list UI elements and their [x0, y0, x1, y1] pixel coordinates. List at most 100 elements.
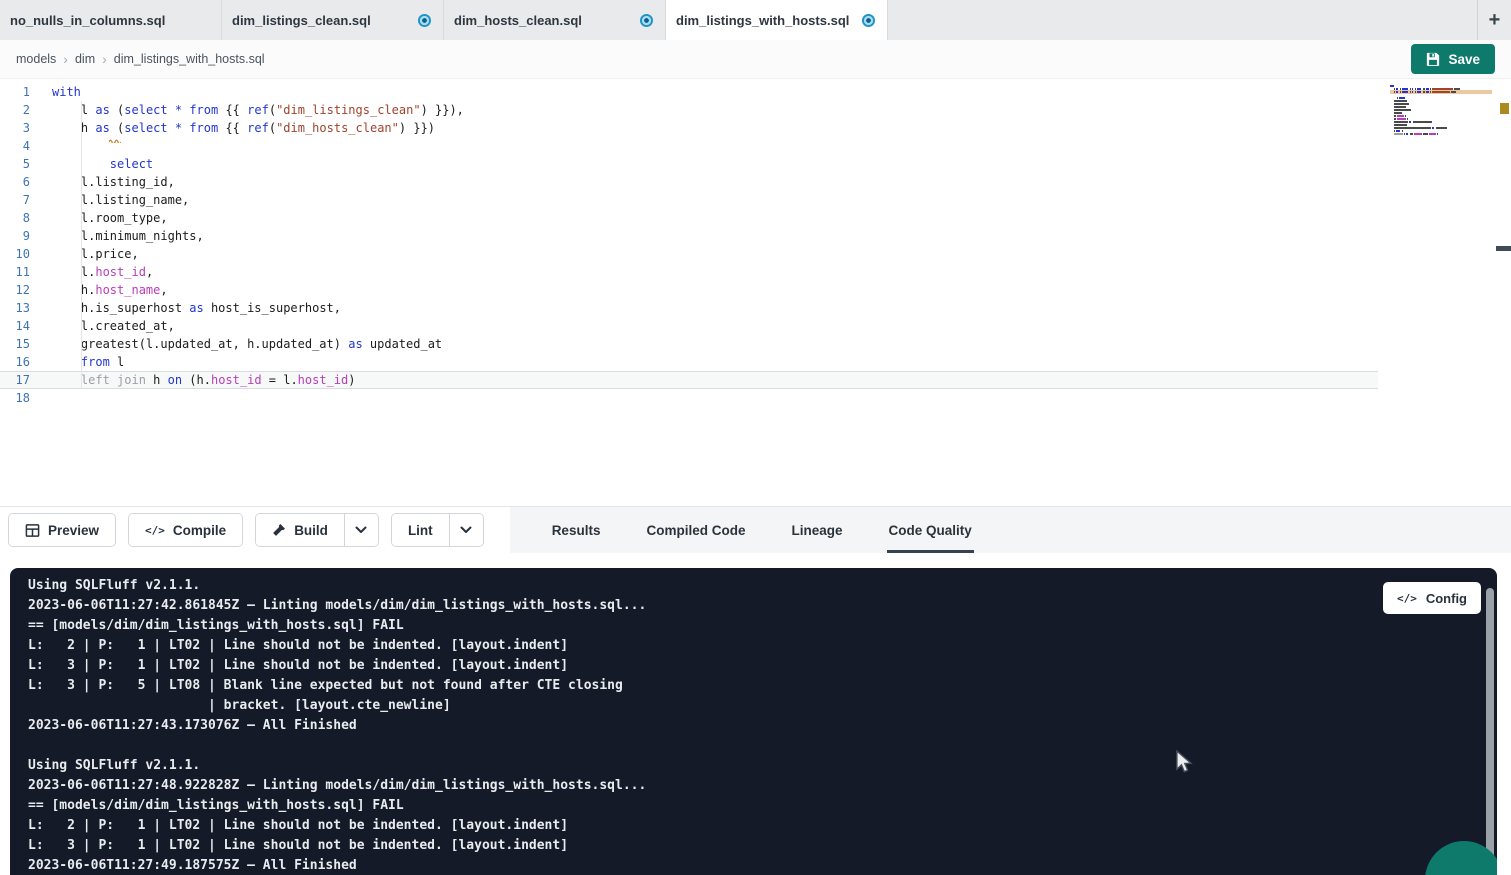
- tab-results[interactable]: Results: [552, 507, 601, 553]
- minimap-line: [1390, 124, 1492, 126]
- code-line: 14 l.created_at,: [0, 317, 1378, 335]
- minimap-line: [1390, 103, 1492, 105]
- code-icon: </>: [1397, 592, 1417, 605]
- file-header-bar: models › dim › dim_listings_with_hosts.sql S…: [0, 40, 1511, 79]
- terminal-line: == [models/dim/dim_listings_with_hosts.s…: [28, 796, 1497, 816]
- code-line: 11 l.host_id,: [0, 263, 1378, 281]
- tab-compiled-code[interactable]: Compiled Code: [646, 507, 745, 553]
- line-number: 9: [0, 227, 30, 245]
- minimap-line: [1390, 130, 1492, 132]
- minimap-line: [1390, 88, 1492, 90]
- tab-dim_hosts_clean.sql[interactable]: dim_hosts_clean.sql: [444, 0, 666, 40]
- code-text: l.listing_id,: [52, 173, 175, 191]
- tab-lineage[interactable]: Lineage: [791, 507, 842, 553]
- minimap-line: [1390, 91, 1492, 93]
- minimap-line: [1390, 94, 1492, 96]
- minimap-rows: [1390, 85, 1492, 138]
- compile-button-group: </>Compile: [128, 513, 243, 547]
- overview-ruler-cursor-marker: [1496, 246, 1511, 251]
- code-icon: </>: [145, 524, 165, 537]
- lint-output-terminal: Using SQLFluff v2.1.1. 2023-06-06T11:27:4…: [10, 568, 1497, 875]
- code-line: 10 l.price,: [0, 245, 1378, 263]
- lint-button[interactable]: Lint: [392, 514, 449, 546]
- line-number: 17: [0, 371, 30, 389]
- new-tab-button[interactable]: +: [1477, 0, 1511, 40]
- minimap-line: [1390, 97, 1492, 99]
- tab-no_nulls_in_columns.sql[interactable]: no_nulls_in_columns.sql: [0, 0, 222, 40]
- terminal-line: | bracket. [layout.cte_newline]: [28, 696, 1497, 716]
- lint-button-group: Lint: [391, 513, 484, 547]
- code-line: 1with: [0, 83, 1378, 101]
- tab-dim_listings_with_hosts.sql[interactable]: dim_listings_with_hosts.sql: [666, 0, 888, 40]
- code-text: from l: [52, 353, 124, 371]
- code-line: 9 l.minimum_nights,: [0, 227, 1378, 245]
- terminal-line: Using SQLFluff v2.1.1.: [28, 756, 1497, 776]
- bottom-toolbar: Preview </>Compile Build Lint Results Compil…: [0, 506, 1511, 553]
- editor-tab-bar: no_nulls_in_columns.sql dim_listings_clea…: [0, 0, 1511, 40]
- grid-icon: [25, 523, 40, 538]
- line-number: 13: [0, 299, 30, 317]
- action-buttons: Preview </>Compile Build Lint: [0, 507, 510, 553]
- code-line: 8 l.room_type,: [0, 209, 1378, 227]
- code-text: l.created_at,: [52, 317, 175, 335]
- code-text: h.is_superhost as host_is_superhost,: [52, 299, 341, 317]
- lint-config-button[interactable]: </> Config: [1383, 582, 1481, 614]
- overview-ruler-warning-marker: [1500, 103, 1509, 114]
- button-label: Preview: [48, 523, 99, 538]
- tab-bar-filler: [888, 0, 1477, 40]
- code-line: 3 h as (select * from {{ ref("dim_hosts_…: [0, 119, 1378, 137]
- breadcrumb-separator-icon: ›: [63, 51, 68, 67]
- terminal-line: == [models/dim/dim_listings_with_hosts.s…: [28, 616, 1497, 636]
- button-label: Build: [294, 523, 328, 538]
- line-number: 14: [0, 317, 30, 335]
- breadcrumb-separator-icon: ›: [102, 51, 107, 67]
- lint-dropdown-button[interactable]: [449, 514, 483, 546]
- code-text: left join h on (h.host_id = l.host_id): [52, 371, 355, 389]
- save-label: Save: [1448, 52, 1480, 67]
- terminal-line: L: 2 | P: 1 | LT02 | Line should not be …: [28, 636, 1497, 656]
- breadcrumb-item[interactable]: dim_listings_with_hosts.sql: [114, 52, 265, 66]
- minimap-line: [1390, 115, 1492, 117]
- breadcrumb: models › dim › dim_listings_with_hosts.sql: [16, 51, 265, 67]
- terminal-scrollbar[interactable]: [1486, 588, 1494, 875]
- code-line: 17 left join h on (h.host_id = l.host_id…: [0, 371, 1378, 389]
- terminal-line: 2023-06-06T11:27:42.861845Z — Linting mo…: [28, 596, 1497, 616]
- code-line: 13 h.is_superhost as host_is_superhost,: [0, 299, 1378, 317]
- breadcrumb-item[interactable]: models: [16, 52, 56, 66]
- code-editor[interactable]: 1with2 l as (select * from {{ ref("dim_l…: [0, 79, 1511, 506]
- minimap[interactable]: [1390, 85, 1492, 139]
- line-number: 1: [0, 83, 30, 101]
- terminal-line: L: 3 | P: 5 | LT08 | Blank line expected…: [28, 676, 1497, 696]
- build-dropdown-button[interactable]: [344, 514, 378, 546]
- minimap-line: [1390, 85, 1492, 87]
- minimap-line: [1390, 121, 1492, 123]
- code-line: 4: [0, 137, 1378, 155]
- chevron-down-icon: [460, 526, 472, 534]
- line-number: 5: [0, 155, 30, 173]
- line-number: 11: [0, 263, 30, 281]
- code-line: 15 greatest(l.updated_at, h.updated_at) …: [0, 335, 1378, 353]
- minimap-line: [1390, 118, 1492, 120]
- tab-code-quality[interactable]: Code Quality: [889, 507, 972, 553]
- line-number: 15: [0, 335, 30, 353]
- code-line: 16 from l: [0, 353, 1378, 371]
- build-button[interactable]: Build: [256, 514, 344, 546]
- breadcrumb-item[interactable]: dim: [75, 52, 95, 66]
- compile-button[interactable]: </>Compile: [129, 514, 242, 546]
- code-line: 2 l as (select * from {{ ref("dim_listin…: [0, 101, 1378, 119]
- code-line: 18: [0, 389, 1378, 407]
- code-text: l.host_id,: [52, 263, 153, 281]
- tab-label: dim_listings_with_hosts.sql: [676, 13, 849, 28]
- minimap-line: [1390, 109, 1492, 111]
- code-line: 5 select: [0, 155, 1378, 173]
- code-line: 7 l.listing_name,: [0, 191, 1378, 209]
- code-lines: 1with2 l as (select * from {{ ref("dim_l…: [0, 83, 1511, 407]
- tab-dim_listings_clean.sql[interactable]: dim_listings_clean.sql: [222, 0, 444, 40]
- code-line: 6 l.listing_id,: [0, 173, 1378, 191]
- tab-label: no_nulls_in_columns.sql: [10, 13, 165, 28]
- line-number: 16: [0, 353, 30, 371]
- save-button[interactable]: Save: [1411, 44, 1495, 74]
- line-number: 4: [0, 137, 30, 155]
- preview-button[interactable]: Preview: [9, 514, 115, 546]
- code-text: select: [52, 155, 153, 173]
